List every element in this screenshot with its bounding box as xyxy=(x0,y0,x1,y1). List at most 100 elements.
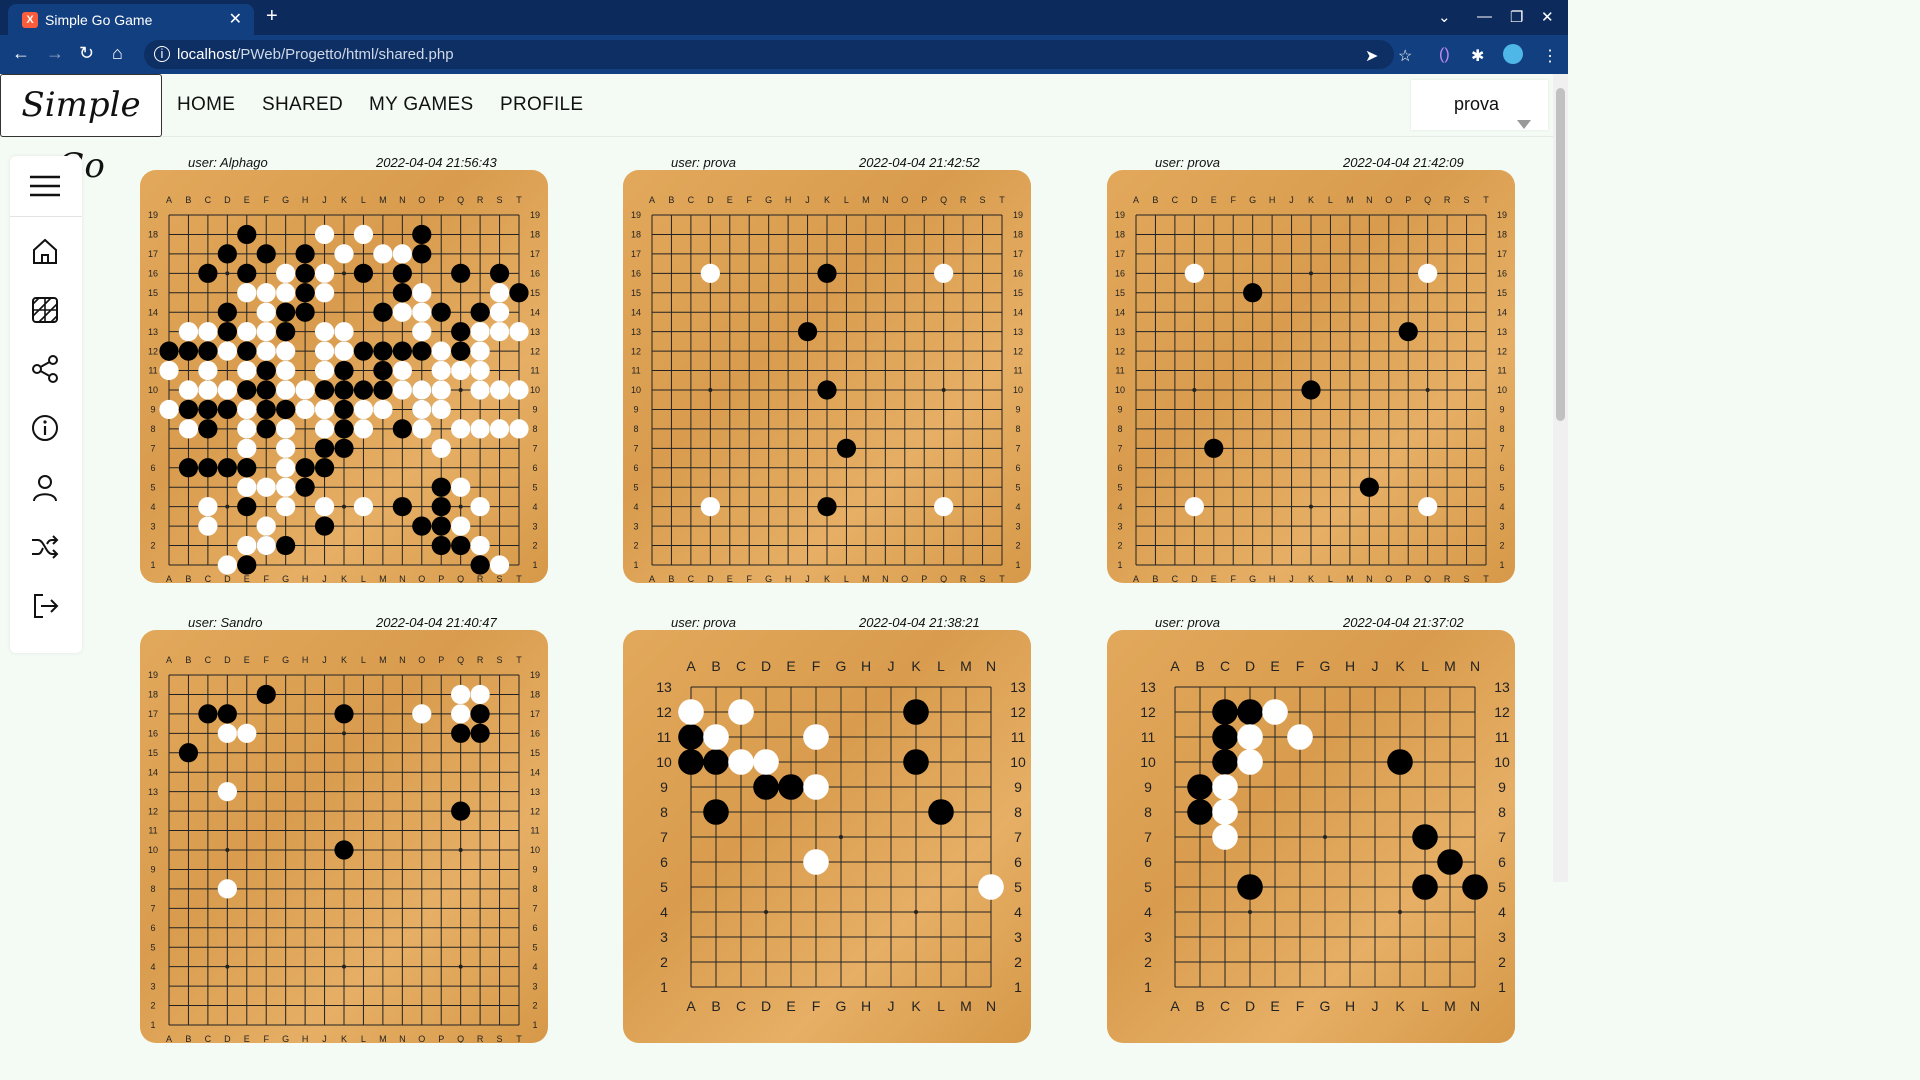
nav-my-games[interactable]: MY GAMES xyxy=(369,94,473,116)
forward-icon[interactable]: → xyxy=(46,43,64,64)
go-board[interactable]: A A 19 19 B B 18 18 C C 17 17 D D 16 16 E E 15 15 F F 14 14 G G 13… xyxy=(623,170,1031,583)
black-stone xyxy=(778,774,804,800)
row-label: 13 xyxy=(1013,327,1023,337)
white-stone xyxy=(217,782,237,802)
column-label: S xyxy=(980,195,986,205)
black-stone xyxy=(237,224,257,245)
white-stone xyxy=(470,360,490,381)
go-board[interactable]: A A 19 19 B B 18 18 C C 17 17 D D 16 16 E E 15 15 F F 14 14 G G 13… xyxy=(1107,170,1515,583)
close-window-icon[interactable]: ✕ xyxy=(1541,8,1554,26)
column-label: L xyxy=(1328,195,1333,205)
column-label: T xyxy=(999,574,1005,583)
go-board[interactable]: A A 19 19 B B 18 18 C C 17 17 D D 16 16 E E 15 15 F F 14 14 G G 13… xyxy=(140,630,548,1043)
row-label: 15 xyxy=(148,748,158,758)
white-stone xyxy=(431,341,451,361)
shuffle-icon[interactable] xyxy=(30,532,60,562)
star-point xyxy=(225,271,230,276)
extensions-puzzle-icon[interactable]: ✱ xyxy=(1471,46,1484,66)
column-label: R xyxy=(960,195,967,205)
home-browser-icon[interactable]: ⌂ xyxy=(112,43,123,64)
row-label: 12 xyxy=(1494,704,1510,720)
white-stone xyxy=(470,380,490,400)
menu-icon[interactable] xyxy=(30,171,60,201)
column-label: N xyxy=(399,655,406,665)
tab-list-icon[interactable]: ⌄ xyxy=(1438,8,1451,26)
nav-shared[interactable]: SHARED xyxy=(262,94,343,116)
black-stone xyxy=(314,458,335,478)
profile-icon[interactable] xyxy=(30,473,60,503)
send-icon[interactable]: ➤ xyxy=(1365,46,1378,66)
column-label: D xyxy=(1245,658,1255,674)
white-stone xyxy=(314,497,335,517)
row-label: 1 xyxy=(1117,560,1122,570)
black-stone xyxy=(314,380,335,400)
black-stone xyxy=(678,724,704,750)
board-icon[interactable] xyxy=(30,295,60,325)
go-board[interactable]: A A 19 19 B B 18 18 C C 17 17 D D 16 16 E E 15 15 F F 14 14 G G 13… xyxy=(140,170,548,583)
column-label: D xyxy=(707,574,714,583)
back-icon[interactable]: ← xyxy=(12,43,30,64)
new-tab-icon[interactable]: + xyxy=(266,5,278,28)
nav-home[interactable]: HOME xyxy=(177,94,235,116)
black-stone xyxy=(1387,749,1413,775)
white-stone xyxy=(198,380,218,400)
row-label: 14 xyxy=(148,767,158,777)
column-label: R xyxy=(477,1034,484,1043)
white-stone xyxy=(431,360,451,381)
row-label: 12 xyxy=(148,806,158,816)
user-dropdown[interactable]: prova xyxy=(1411,80,1548,130)
game-date: 2022-04-04 21:38:21 xyxy=(859,615,980,630)
row-label: 4 xyxy=(1144,904,1152,920)
row-label: 2 xyxy=(660,954,668,970)
row-label: 18 xyxy=(148,690,158,700)
white-stone xyxy=(314,419,335,439)
black-stone xyxy=(1359,477,1379,497)
profile-avatar-icon[interactable] xyxy=(1503,44,1523,64)
info-icon[interactable] xyxy=(30,413,60,443)
home-icon[interactable] xyxy=(30,236,60,266)
white-stone xyxy=(392,360,412,381)
page-scrollbar[interactable] xyxy=(1553,74,1568,882)
row-label: 9 xyxy=(1117,405,1122,415)
row-label: 6 xyxy=(1117,463,1122,473)
share-icon[interactable] xyxy=(30,354,60,384)
column-label: O xyxy=(418,574,425,583)
black-stone xyxy=(237,263,257,283)
row-label: 7 xyxy=(1499,443,1504,453)
browser-menu-icon[interactable]: ⋮ xyxy=(1542,46,1558,66)
reload-icon[interactable]: ↻ xyxy=(79,43,94,64)
column-label: M xyxy=(1346,574,1354,583)
minimize-icon[interactable]: — xyxy=(1477,8,1492,25)
column-label: N xyxy=(1470,998,1480,1014)
white-stone xyxy=(276,341,296,361)
restore-icon[interactable]: ❐ xyxy=(1510,8,1523,26)
white-stone xyxy=(237,399,257,420)
row-label: 7 xyxy=(1014,829,1022,845)
go-board[interactable]: A A 13 13 B B 12 12 C C 11 11 D D 10 10 E E 9 9 F F 8 8 G G 7 7 H H 6 6… xyxy=(1107,630,1515,1043)
white-stone xyxy=(1212,824,1238,850)
logout-icon[interactable] xyxy=(30,591,60,621)
scroll-thumb[interactable] xyxy=(1556,88,1565,421)
column-label: C xyxy=(1172,195,1179,205)
white-stone xyxy=(934,263,954,283)
extension-bracket-icon[interactable]: () xyxy=(1439,46,1450,64)
browser-tab-bar: X Simple Go Game ✕ + ⌄ — ❐ ✕ xyxy=(0,0,1568,35)
row-label: 8 xyxy=(1014,804,1022,820)
browser-tab[interactable]: X Simple Go Game ✕ xyxy=(8,4,254,35)
column-label: S xyxy=(497,195,503,205)
black-stone xyxy=(817,380,837,400)
white-stone xyxy=(392,302,412,322)
column-label: N xyxy=(399,574,406,583)
go-board[interactable]: A A 13 13 B B 12 12 C C 11 11 D D 10 10 E E 9 9 F F 8 8 G G 7 7 H H 6 6… xyxy=(623,630,1031,1043)
site-info-icon[interactable]: i xyxy=(154,46,170,62)
site-logo[interactable]: Simple Go xyxy=(0,74,162,186)
bookmark-star-icon[interactable]: ☆ xyxy=(1398,46,1412,66)
close-tab-icon[interactable]: ✕ xyxy=(229,9,242,29)
star-point xyxy=(941,388,946,392)
url-field[interactable]: i localhost/PWeb/Progetto/html/shared.ph… xyxy=(144,40,1394,69)
white-stone xyxy=(1237,724,1263,750)
column-label: G xyxy=(836,998,847,1014)
row-label: 3 xyxy=(1015,521,1020,531)
nav-profile[interactable]: PROFILE xyxy=(500,94,583,116)
row-label: 13 xyxy=(530,327,540,337)
